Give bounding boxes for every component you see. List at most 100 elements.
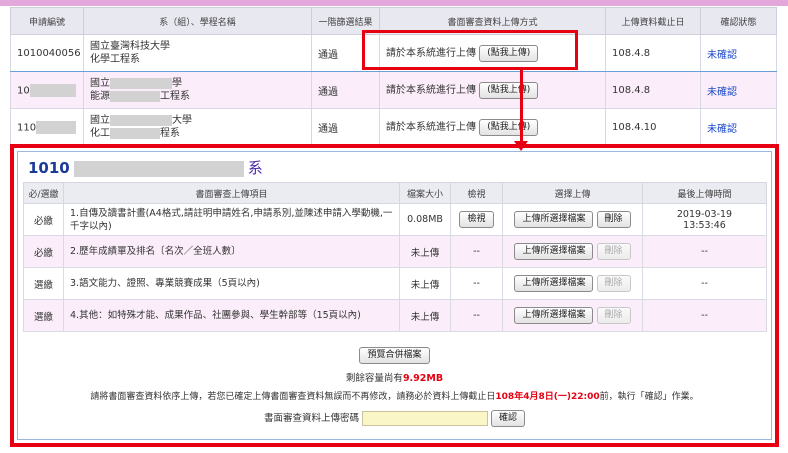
password-input[interactable]	[362, 411, 488, 426]
notice-pre: 請將書面審查資料依序上傳，若您已確定上傳書面審查資料無誤而不再修改，請務必於資料…	[90, 392, 496, 402]
redaction-block	[36, 120, 77, 134]
delete-button[interactable]: 刪除	[596, 243, 631, 260]
dept-name: 能源	[90, 91, 110, 102]
capacity-label: 剩餘容量尚有	[345, 373, 403, 384]
upload-method-cell: 請於本系統進行上傳 (點我上傳)	[379, 108, 606, 146]
upload-selected-button[interactable]: 上傳所選擇檔案	[514, 307, 594, 324]
delete-button[interactable]: 刪除	[596, 307, 631, 324]
upload-deadline: 108.4.8	[605, 34, 701, 72]
delete-button[interactable]: 刪除	[596, 211, 631, 228]
status-link[interactable]: 未確認	[700, 108, 777, 146]
upload-deadline: 108.4.10	[605, 108, 701, 146]
upload-cell: 上傳所選擇檔案 刪除	[502, 235, 643, 268]
last-upload-time: 2019-03-19 13:53:46	[642, 203, 767, 236]
upload-button[interactable]: (點我上傳)	[479, 81, 539, 99]
required-flag: 選繳	[23, 299, 64, 332]
top-accent-bar	[0, 0, 788, 6]
school-name: 國立	[90, 78, 110, 89]
upload-detail-panel: 1010 系 必/選繳 書面審查上傳項目 檔案大小 檢視 選擇上傳 最後上傳時間 …	[17, 151, 772, 440]
file-size: 0.08MB	[399, 203, 451, 236]
school-name-tail: 大學	[172, 115, 192, 126]
upload-selected-button[interactable]: 上傳所選擇檔案	[514, 211, 594, 228]
last-upload-time: --	[642, 299, 767, 332]
upload-button[interactable]: (點我上傳)	[479, 118, 539, 136]
highlight-arrow-line	[520, 70, 523, 144]
col-header-required: 必/選繳	[23, 182, 64, 204]
upload-item-desc: 3.語文能力、證照、專業競賽成果（5頁以內)	[63, 267, 400, 300]
status-link[interactable]: 未確認	[700, 34, 777, 72]
upload-item-desc: 4.其他：如特殊才能、成果作品、社團參與、學生幹部等（15頁以內)	[63, 299, 400, 332]
upload-items-table: 必/選繳 書面審查上傳項目 檔案大小 檢視 選擇上傳 最後上傳時間 必繳 1.自…	[23, 182, 767, 332]
upload-cell: 上傳所選擇檔案 刪除	[502, 267, 643, 300]
confirm-button[interactable]: 確認	[491, 410, 526, 427]
status-link[interactable]: 未確認	[700, 71, 777, 109]
school-dept-cell: 國立臺灣科技大學 化學工程系	[83, 34, 312, 72]
col-header-upload: 選擇上傳	[502, 182, 643, 204]
school-name: 國立	[90, 115, 110, 126]
school-name: 國立臺灣科技大學	[90, 41, 170, 52]
detail-title: 1010 系	[28, 157, 263, 178]
password-row: 書面審查資料上傳密碼 確認	[18, 410, 771, 427]
upload-cell: 上傳所選擇檔案 刪除	[502, 299, 643, 332]
notice-deadline: 108年4月8日(一)22:00	[495, 392, 600, 402]
upload-selected-button[interactable]: 上傳所選擇檔案	[514, 243, 594, 260]
col-header-id: 申請編號	[10, 7, 84, 35]
upload-detail-highlight: 1010 系 必/選繳 書面審查上傳項目 檔案大小 檢視 選擇上傳 最後上傳時間 …	[10, 144, 779, 447]
upload-method-cell: 請於本系統進行上傳 (點我上傳)	[379, 71, 606, 109]
upload-item-row: 選繳 3.語文能力、證照、專業競賽成果（5頁以內) 未上傳 -- 上傳所選擇檔案…	[23, 267, 767, 300]
last-upload-time: --	[642, 267, 767, 300]
detail-title-suffix: 系	[247, 159, 263, 177]
school-dept-cell: 國立 學能源 工程系	[83, 71, 312, 109]
application-id: 110	[17, 122, 37, 133]
capacity-value: 9.92MB	[402, 373, 444, 384]
deadline-notice: 請將書面審查資料依序上傳，若您已確定上傳書面審查資料無誤而不再修改，請務必於資料…	[18, 389, 771, 402]
upload-item-row: 必繳 1.自傳及讀書計畫(A4格式,請註明申請姓名,申請系別,並陳述申請入學動機…	[23, 203, 767, 236]
redaction-block	[110, 114, 172, 126]
last-upload-time: --	[642, 235, 767, 268]
capacity-line: 剩餘容量尚有9.92MB	[18, 370, 771, 384]
delete-button[interactable]: 刪除	[596, 275, 631, 292]
application-id-cell: 110	[10, 108, 84, 146]
required-flag: 必繳	[23, 235, 64, 268]
redaction-block	[110, 77, 172, 89]
last-upload-date: 2019-03-19	[676, 208, 733, 220]
application-table: 申請編號 系（組）、學程名稱 一階篩選結果 書面審查資料上傳方式 上傳資料截止日…	[10, 7, 777, 146]
upload-cell: 上傳所選擇檔案 刪除	[502, 203, 643, 236]
upload-highlight-box	[362, 30, 578, 70]
dept-name-tail: 程系	[160, 128, 180, 139]
application-id-cell: 10	[10, 71, 84, 109]
school-dept-cell: 國立 大學化工 程系	[83, 108, 312, 146]
redaction-block	[110, 90, 160, 102]
file-size: 未上傳	[399, 299, 451, 332]
file-size: 未上傳	[399, 235, 451, 268]
col-header-dept: 系（組）、學程名稱	[83, 7, 312, 35]
preview-merged-button[interactable]: 預覽合併檔案	[359, 347, 430, 364]
view-button[interactable]: 檢視	[459, 211, 494, 228]
upload-item-row: 必繳 2.歷年成績單及排名〔名次／全班人數〕 未上傳 -- 上傳所選擇檔案 刪除…	[23, 235, 767, 268]
dept-name: 化學工程系	[90, 54, 140, 65]
upload-items-header: 必/選繳 書面審查上傳項目 檔案大小 檢視 選擇上傳 最後上傳時間	[23, 182, 767, 204]
dept-name: 化工	[90, 128, 110, 139]
redaction-block	[110, 127, 160, 139]
last-upload-clock: 13:53:46	[683, 219, 726, 231]
screening-result: 通過	[311, 108, 380, 146]
required-flag: 選繳	[23, 267, 64, 300]
col-header-size: 檔案大小	[399, 182, 451, 204]
application-id: 1010040056	[10, 34, 84, 72]
col-header-view: 檢視	[450, 182, 503, 204]
upload-item-row: 選繳 4.其他：如特殊才能、成果作品、社團參與、學生幹部等（15頁以內) 未上傳…	[23, 299, 767, 332]
notice-post: 前，執行「確認」作業。	[599, 392, 699, 402]
col-header-deadline: 上傳資料截止日	[605, 7, 701, 35]
view-placeholder: --	[450, 267, 503, 300]
upload-method-text: 請於本系統進行上傳	[386, 85, 476, 97]
dept-name-tail: 工程系	[160, 91, 190, 102]
upload-selected-button[interactable]: 上傳所選擇檔案	[514, 275, 594, 292]
redaction-block	[73, 160, 244, 177]
col-header-last-upload: 最後上傳時間	[642, 182, 767, 204]
view-placeholder: --	[450, 235, 503, 268]
detail-title-id: 1010	[28, 159, 70, 177]
required-flag: 必繳	[23, 203, 64, 236]
school-name-tail: 學	[172, 78, 182, 89]
password-label: 書面審查資料上傳密碼	[263, 413, 359, 424]
col-header-item: 書面審查上傳項目	[63, 182, 400, 204]
